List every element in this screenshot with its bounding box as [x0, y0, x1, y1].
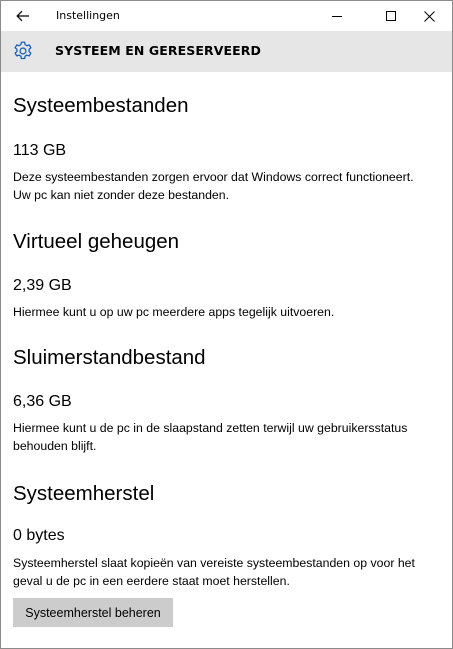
page-title: SYSTEEM EN GERESERVEERD — [55, 43, 261, 58]
section-title-virtueel-geheugen: Virtueel geheugen — [13, 230, 180, 253]
gear-icon — [14, 41, 32, 60]
size-value-sluimerstandbestand: 6,36 GB — [13, 393, 72, 410]
arrow-left-icon — [16, 10, 29, 22]
section-title-sluimerstandbestand: Sluimerstandbestand — [13, 346, 206, 369]
maximize-icon — [386, 11, 396, 21]
size-value-systeemherstel: 0 bytes — [13, 527, 65, 544]
settings-window: Instellingen SYSTEEM EN GERESERVEERD Sys… — [0, 0, 453, 649]
close-icon — [423, 10, 435, 22]
description-virtueel-geheugen: Hiermee kunt u op uw pc meerdere apps te… — [13, 305, 335, 319]
title-bar: Instellingen — [1, 1, 452, 31]
description-systeemherstel: Systeemherstel slaat kopieën van vereist… — [13, 556, 415, 588]
section-title-systeemherstel: Systeemherstel — [13, 482, 155, 505]
close-button[interactable] — [406, 1, 452, 31]
minimize-button[interactable] — [314, 1, 360, 31]
back-button[interactable] — [9, 4, 37, 28]
size-value-virtueel-geheugen: 2,39 GB — [13, 277, 72, 294]
page-header: SYSTEEM EN GERESERVEERD — [1, 31, 452, 72]
manage-system-restore-button[interactable]: Systeemherstel beheren — [13, 598, 173, 627]
section-title-systeembestanden: Systeembestanden — [13, 94, 189, 117]
minimize-icon — [332, 16, 342, 17]
description-systeembestanden: Deze systeembestanden zorgen ervoor dat … — [13, 170, 414, 202]
size-value-systeembestanden: 113 GB — [13, 142, 67, 159]
window-title: Instellingen — [56, 9, 120, 22]
description-sluimerstandbestand: Hiermee kunt u de pc in de slaapstand ze… — [13, 421, 408, 453]
